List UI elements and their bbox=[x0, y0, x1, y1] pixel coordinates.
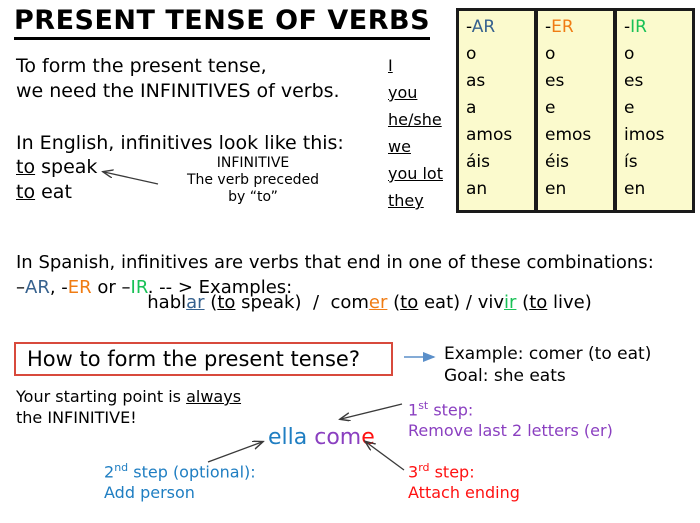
conjugated-ending: e bbox=[361, 425, 375, 450]
conjugated-example: ella come bbox=[268, 425, 375, 450]
example-goal-block: Example: comer (to eat) Goal: she eats bbox=[444, 343, 651, 387]
intro-paragraph: To form the present tense, we need the I… bbox=[16, 54, 386, 103]
ending-ar-4: amos bbox=[466, 125, 513, 145]
step-2-detail: Add person bbox=[104, 483, 195, 503]
english-example-speak-rest: speak bbox=[35, 156, 98, 178]
intro-line-1: To form the present tense, bbox=[16, 55, 267, 77]
ending-ir-2: es bbox=[624, 71, 644, 91]
infinitive-note-line-1: The verb preceded bbox=[186, 172, 320, 189]
ending-table-er-header: -ER bbox=[545, 17, 574, 37]
example-comer: comer (to eat) bbox=[330, 292, 461, 313]
step-1-detail: Remove last 2 letters (er) bbox=[408, 421, 613, 441]
infinitive-note-title: INFINITIVE bbox=[216, 155, 290, 171]
step-2-arrow bbox=[207, 442, 262, 463]
ending-ar-6: an bbox=[466, 179, 488, 199]
pronoun-i: I bbox=[388, 56, 393, 75]
ending-er-6: en bbox=[545, 179, 567, 199]
ending-ar-3: a bbox=[466, 98, 477, 118]
pronoun-you-lot: you lot bbox=[388, 164, 443, 183]
spanish-example-verbs: hablar (to speak) / comer (to eat) / viv… bbox=[147, 292, 592, 313]
english-heading: In English, infinitives look like this: bbox=[16, 132, 344, 154]
pronoun-column: I you he/she we you lot they bbox=[388, 52, 443, 214]
ending-er-5: éis bbox=[545, 152, 570, 172]
starting-point-note: Your starting point is always the INFINI… bbox=[16, 386, 241, 428]
ending-ir-4: imos bbox=[624, 125, 665, 145]
ending-ir-1: o bbox=[624, 44, 635, 64]
page-title: PRESENT TENSE OF VERBS bbox=[14, 6, 431, 40]
infinitive-arrow bbox=[104, 172, 159, 185]
pronoun-you: you bbox=[388, 83, 418, 102]
pronoun-they: they bbox=[388, 191, 424, 210]
ending-er-3: e bbox=[545, 98, 556, 118]
infinitive-note-line-2: by “to” bbox=[228, 189, 278, 206]
english-example-speak-to: to bbox=[16, 156, 36, 178]
ending-er-4: emos bbox=[545, 125, 592, 145]
example-vivir: vivir (to live) bbox=[477, 292, 592, 313]
ending-table-ir-header: -IR bbox=[624, 17, 647, 37]
starting-point-line-1: Your starting point is always bbox=[16, 387, 242, 406]
english-example-eat: to eat bbox=[16, 180, 97, 205]
ending-ar-2: as bbox=[466, 71, 486, 91]
pronoun-we: we bbox=[388, 137, 411, 156]
ending-ir-3: e bbox=[624, 98, 635, 118]
step-1-title: 1st step: bbox=[408, 399, 474, 420]
ending-ir-5: ís bbox=[624, 152, 638, 172]
ending-ar-5: áis bbox=[466, 152, 490, 172]
question-box-label: How to form the present tense? bbox=[27, 347, 360, 371]
question-box: How to form the present tense? bbox=[14, 342, 393, 376]
goal-line: Goal: she eats bbox=[444, 366, 566, 387]
english-examples: to speak to eat bbox=[16, 155, 97, 205]
ending-table-ar-header: -AR bbox=[466, 17, 496, 37]
ending-ir-6: en bbox=[624, 179, 646, 199]
step-3-detail: Attach ending bbox=[408, 483, 520, 503]
step-2-annotation: 2nd step (optional): Add person bbox=[104, 461, 256, 504]
step-1-annotation: 1st step: Remove last 2 letters (er) bbox=[408, 399, 613, 442]
ending-er-1: o bbox=[545, 44, 556, 64]
intro-line-2: we need the INFINITIVES of verbs. bbox=[16, 79, 340, 102]
step-3-annotation: 3rd step: Attach ending bbox=[408, 461, 520, 504]
example-line: Example: comer (to eat) bbox=[444, 344, 652, 364]
english-example-speak: to speak bbox=[16, 155, 97, 180]
conjugated-person: ella bbox=[268, 425, 308, 450]
pronoun-he-she: he/she bbox=[388, 110, 442, 129]
ending-ar-1: o bbox=[466, 44, 477, 64]
conjugated-stem: com bbox=[314, 425, 362, 450]
step-2-title: 2nd step (optional): bbox=[104, 461, 256, 482]
ending-er-2: es bbox=[545, 71, 565, 91]
infinitive-definition-note: INFINITIVE The verb preceded by “to” bbox=[168, 155, 338, 206]
step-3-title: 3rd step: bbox=[408, 461, 475, 482]
ending-table-ar: -AR o as a amos áis an bbox=[456, 8, 537, 213]
step-1-arrow bbox=[341, 403, 403, 419]
english-example-eat-to: to bbox=[16, 181, 36, 204]
spanish-line-1: In Spanish, infinitives are verbs that e… bbox=[16, 252, 654, 273]
starting-point-line-2: the INFINITIVE! bbox=[16, 408, 137, 428]
example-hablar: hablar (to speak) bbox=[147, 292, 302, 313]
english-example-eat-rest: eat bbox=[35, 181, 72, 204]
ending-table-ir: -IR o es e imos ís en bbox=[614, 8, 695, 213]
ending-table-er: -ER o es e emos éis en bbox=[535, 8, 616, 213]
